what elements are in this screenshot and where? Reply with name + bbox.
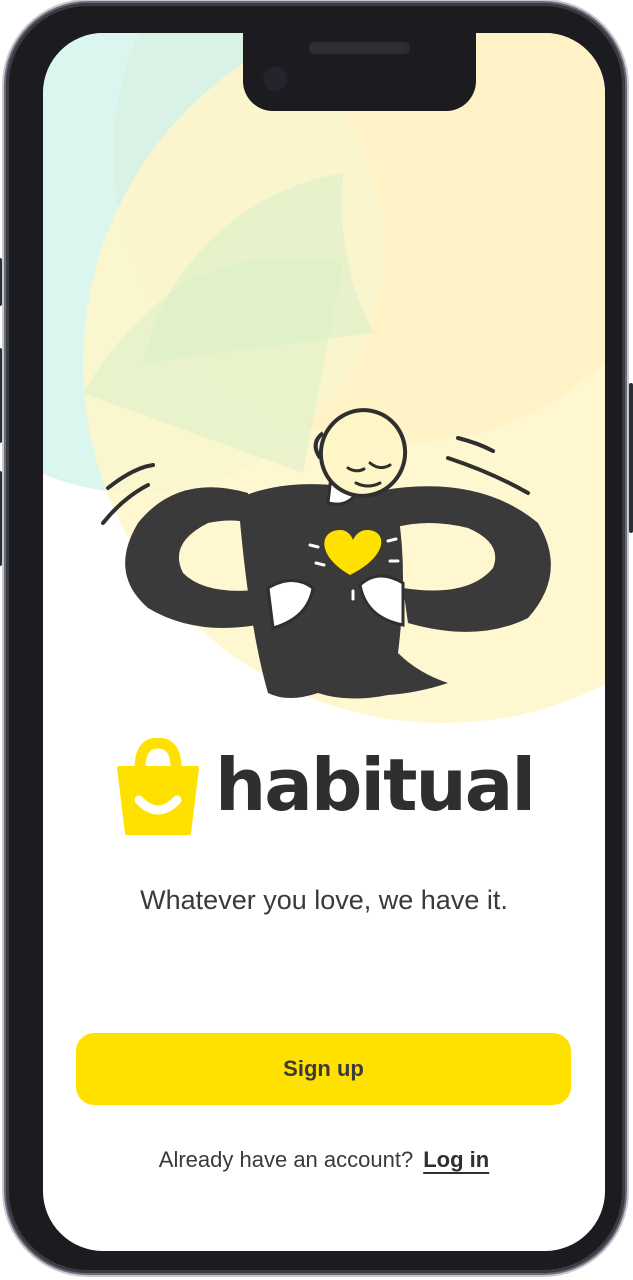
brand-name: habitual (215, 743, 536, 827)
power-button (629, 383, 633, 533)
tagline: Whatever you love, we have it. (140, 885, 508, 915)
login-prompt-row: Already have an account? Log in (43, 1147, 605, 1173)
app-screen: habitual Whatever you love, we have it. … (43, 33, 605, 1251)
shopping-bag-smile-icon (117, 738, 199, 835)
phone-frame: habitual Whatever you love, we have it. … (0, 3, 633, 1273)
person-heart-illustration (101, 408, 551, 699)
side-button (0, 258, 2, 306)
front-camera (259, 63, 291, 95)
earpiece-speaker (309, 42, 410, 54)
login-prompt-text: Already have an account? (158, 1147, 414, 1172)
brand-logo: habitual (115, 738, 536, 838)
volume-down-button (0, 471, 2, 566)
sign-up-button[interactable]: Sign up (76, 1033, 571, 1105)
log-in-link[interactable]: Log in (423, 1147, 489, 1172)
volume-up-button (0, 348, 2, 443)
